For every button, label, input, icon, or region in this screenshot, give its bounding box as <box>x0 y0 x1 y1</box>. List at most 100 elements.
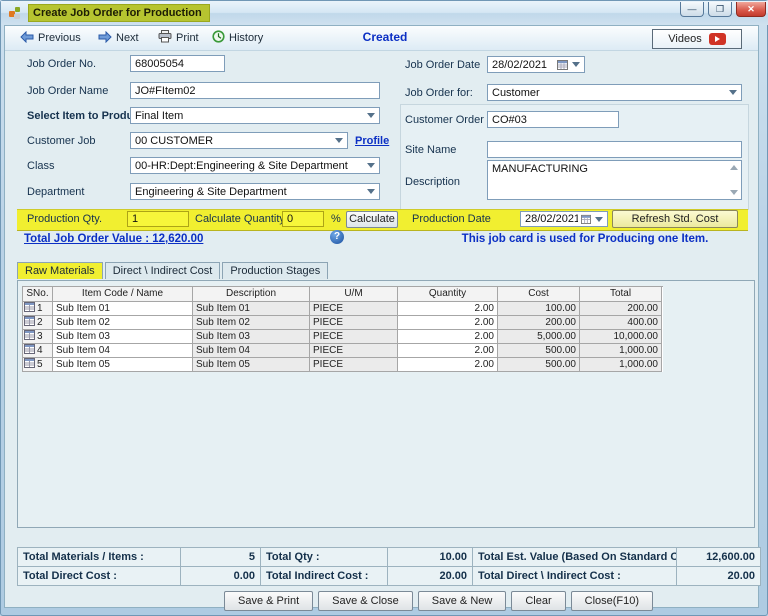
tab-direct-indirect-cost[interactable]: Direct \ Indirect Cost <box>105 262 221 279</box>
cell-um[interactable]: PIECE <box>310 316 398 330</box>
summary-label: Total Direct \ Indirect Cost : <box>473 567 677 586</box>
table-row[interactable]: 4Sub Item 04Sub Item 04PIECE2.00500.001,… <box>23 344 663 358</box>
cell-um[interactable]: PIECE <box>310 302 398 316</box>
minimize-button[interactable]: — <box>680 2 704 17</box>
job-order-date-picker[interactable]: 28/02/2021 <box>487 56 585 73</box>
print-label: Print <box>176 32 199 44</box>
print-button[interactable]: Print <box>155 29 202 47</box>
close-button[interactable]: ✕ <box>736 2 766 17</box>
cell-total[interactable]: 1,000.00 <box>580 344 662 358</box>
tab-production-stages[interactable]: Production Stages <box>222 262 328 279</box>
table-row[interactable]: 3Sub Item 03Sub Item 03PIECE2.005,000.00… <box>23 330 663 344</box>
save-close-button[interactable]: Save & Close <box>318 591 413 611</box>
site-name-input[interactable] <box>487 141 742 158</box>
cell-desc[interactable]: Sub Item 05 <box>193 358 310 372</box>
clear-button[interactable]: Clear <box>511 591 565 611</box>
cell-total[interactable]: 200.00 <box>580 302 662 316</box>
grid-col-header[interactable]: SNo. <box>23 287 53 302</box>
cell-item[interactable]: Sub Item 03 <box>53 330 193 344</box>
cell-desc[interactable]: Sub Item 01 <box>193 302 310 316</box>
cell-cost[interactable]: 200.00 <box>498 316 580 330</box>
grid-col-header[interactable]: Cost <box>498 287 580 302</box>
cell-qty[interactable]: 2.00 <box>398 330 498 344</box>
cell-qty[interactable]: 2.00 <box>398 302 498 316</box>
job-order-for-label: Job Order for: <box>405 87 473 99</box>
previous-button[interactable]: Previous <box>17 29 84 47</box>
calculate-button[interactable]: Calculate <box>346 211 398 228</box>
next-button[interactable]: Next <box>95 29 142 47</box>
close-f10-button[interactable]: Close(F10) <box>571 591 653 611</box>
description-textarea[interactable]: MANUFACTURING <box>487 160 742 200</box>
refresh-std-cost-button[interactable]: Refresh Std. Cost <box>612 210 738 228</box>
table-row[interactable]: 1Sub Item 01Sub Item 01PIECE2.00100.0020… <box>23 302 663 316</box>
table-row[interactable]: 5Sub Item 05Sub Item 05PIECE2.00500.001,… <box>23 358 663 372</box>
cell-desc[interactable]: Sub Item 04 <box>193 344 310 358</box>
profile-link[interactable]: Profile <box>355 135 389 147</box>
tab-raw-materials[interactable]: Raw Materials <box>17 262 103 279</box>
cell-desc[interactable]: Sub Item 03 <box>193 330 310 344</box>
cell-cost[interactable]: 500.00 <box>498 344 580 358</box>
toolbar: Previous Next Print History Created Vide… <box>5 26 758 51</box>
maximize-button[interactable]: ❐ <box>708 2 732 17</box>
row-handle-cell[interactable]: 1 <box>23 302 53 316</box>
production-date-picker[interactable]: 28/02/2021 <box>520 211 608 227</box>
cell-item[interactable]: Sub Item 04 <box>53 344 193 358</box>
save-new-button[interactable]: Save & New <box>418 591 507 611</box>
customer-job-dropdown[interactable]: 00 CUSTOMER <box>130 132 348 149</box>
row-handle-cell[interactable]: 2 <box>23 316 53 330</box>
arrow-left-icon <box>20 31 34 46</box>
cell-um[interactable]: PIECE <box>310 330 398 344</box>
row-handle-cell[interactable]: 3 <box>23 330 53 344</box>
cell-item[interactable]: Sub Item 01 <box>53 302 193 316</box>
job-order-for-dropdown[interactable]: Customer <box>487 84 742 101</box>
calendar-icon <box>557 59 568 70</box>
cell-item[interactable]: Sub Item 05 <box>53 358 193 372</box>
cell-qty[interactable]: 2.00 <box>398 344 498 358</box>
grid-col-header[interactable]: Quantity <box>398 287 498 302</box>
job-order-name-input[interactable]: JO#FItem02 <box>130 82 380 99</box>
cell-qty[interactable]: 2.00 <box>398 316 498 330</box>
cell-total[interactable]: 1,000.00 <box>580 358 662 372</box>
calculate-quantity-input[interactable]: 0 <box>282 211 324 227</box>
history-button[interactable]: History <box>209 29 266 47</box>
grid-col-header[interactable]: Description <box>193 287 310 302</box>
row-handle-cell[interactable]: 5 <box>23 358 53 372</box>
grid-col-header[interactable]: U/M <box>310 287 398 302</box>
total-job-order-value[interactable]: Total Job Order Value : 12,620.00 <box>24 233 203 245</box>
grid-col-header[interactable]: Total <box>580 287 662 302</box>
summary-row: Total Direct Cost :0.00Total Indirect Co… <box>18 567 761 586</box>
cell-total[interactable]: 400.00 <box>580 316 662 330</box>
job-order-no-value: 68005054 <box>135 58 220 70</box>
cell-qty[interactable]: 2.00 <box>398 358 498 372</box>
cell-cost[interactable]: 5,000.00 <box>498 330 580 344</box>
window-frame: Create Job Order for Production — ❐ ✕ Pr… <box>0 0 768 616</box>
status-badge: Created <box>325 30 445 44</box>
scroll-up-icon[interactable] <box>730 165 738 170</box>
videos-button[interactable]: Videos <box>652 29 742 49</box>
production-qty-label: Production Qty. <box>27 213 102 225</box>
cell-um[interactable]: PIECE <box>310 344 398 358</box>
department-dropdown[interactable]: Engineering & Site Department <box>130 183 380 200</box>
cell-total[interactable]: 10,000.00 <box>580 330 662 344</box>
cell-cost[interactable]: 500.00 <box>498 358 580 372</box>
select-item-value: Final Item <box>135 110 363 122</box>
class-value: 00-HR:Dept:Engineering & Site Department <box>135 160 363 172</box>
cell-cost[interactable]: 100.00 <box>498 302 580 316</box>
cell-desc[interactable]: Sub Item 02 <box>193 316 310 330</box>
save-print-button[interactable]: Save & Print <box>224 591 313 611</box>
help-icon[interactable]: ? <box>330 230 344 244</box>
class-label: Class <box>27 160 55 172</box>
summary-row: Total Materials / Items :5Total Qty :10.… <box>18 548 761 567</box>
row-handle-cell[interactable]: 4 <box>23 344 53 358</box>
select-item-dropdown[interactable]: Final Item <box>130 107 380 124</box>
grid-col-header[interactable]: Item Code / Name <box>53 287 193 302</box>
job-order-no-input[interactable]: 68005054 <box>130 55 225 72</box>
scroll-down-icon[interactable] <box>730 190 738 195</box>
cell-um[interactable]: PIECE <box>310 358 398 372</box>
class-dropdown[interactable]: 00-HR:Dept:Engineering & Site Department <box>130 157 380 174</box>
cell-item[interactable]: Sub Item 02 <box>53 316 193 330</box>
item-row-icon <box>24 316 35 330</box>
customer-order-no-input[interactable]: CO#03 <box>487 111 619 128</box>
production-qty-input[interactable]: 1 <box>127 211 189 227</box>
table-row[interactable]: 2Sub Item 02Sub Item 02PIECE2.00200.0040… <box>23 316 663 330</box>
